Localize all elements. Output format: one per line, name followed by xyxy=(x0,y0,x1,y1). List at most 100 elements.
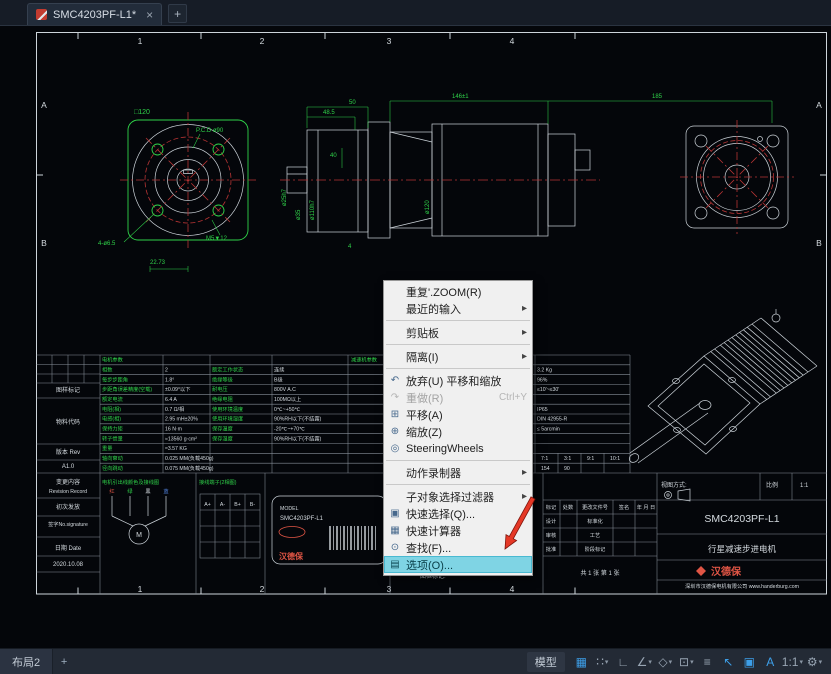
tb-mid-label: 工艺 xyxy=(590,532,600,539)
selection-cursor-icon[interactable]: ↖ xyxy=(718,652,739,672)
table-cell: 绝缘电阻 xyxy=(212,395,233,403)
table-cell: 2.95 mH±20% xyxy=(165,417,198,423)
ortho-icon[interactable]: ∟ xyxy=(613,652,634,672)
terminal-title: 接线端子(2相图) xyxy=(199,478,237,486)
table-cell: 0.075 MM(负载450g) xyxy=(165,464,214,472)
menu-item-pan[interactable]: ⊞平移(A) xyxy=(384,406,532,423)
pin-label: B- xyxy=(250,502,255,508)
zone-letter: A xyxy=(41,100,47,110)
table-cell: 90 xyxy=(564,466,570,472)
menu-item-label: 最近的输入 xyxy=(406,301,461,317)
table-cell: 每步步距角 xyxy=(102,375,128,383)
menu-item-label: 选项(O)... xyxy=(406,557,453,573)
brand-logo-icon xyxy=(696,566,706,576)
grid-icon[interactable]: ▦ xyxy=(571,652,592,672)
new-layout-button[interactable]: + xyxy=(53,656,75,668)
zone-number: 1 xyxy=(138,36,143,46)
tb-row-label: 设计 xyxy=(546,517,556,525)
menu-item-isolate[interactable]: 隔离(I)▸ xyxy=(384,348,532,365)
table-cell: 9:1 xyxy=(587,456,594,462)
menu-item-redo[interactable]: ↷重做(R)Ctrl+Y xyxy=(384,389,532,406)
table-cell: 96% xyxy=(537,377,548,383)
revision-label: 物料代码 xyxy=(56,418,80,426)
drawing-canvas[interactable]: 1 2 3 4 1 2 3 4 A B A B xyxy=(0,26,831,648)
dim-label: ø35 xyxy=(296,209,302,220)
tb-header: 标记 xyxy=(546,503,556,511)
annotation-visibility-icon[interactable]: A xyxy=(760,652,781,672)
menu-item-label: 平移(A) xyxy=(406,407,443,423)
dim-label: 48.5 xyxy=(323,110,335,116)
layout-tab-label: 布局2 xyxy=(12,654,40,670)
motor-symbol: M xyxy=(136,532,142,539)
submenu-arrow-icon: ▸ xyxy=(522,327,527,338)
dim-label: P.C.D ø90 xyxy=(196,128,224,134)
menu-item-label: 缩放(Z) xyxy=(406,424,442,440)
snap-icon[interactable]: ∷▾ xyxy=(592,652,613,672)
menu-item-quick-select[interactable]: ▣快速选择(Q)... xyxy=(384,505,532,522)
drawing-tab[interactable]: SMC4203PF-L1* × xyxy=(27,3,162,25)
menu-item-zoom[interactable]: ⊕缩放(Z) xyxy=(384,423,532,440)
menu-item-subobject-filter[interactable]: 子对象选择过滤器▸ xyxy=(384,488,532,505)
table-cell: 3:1 xyxy=(564,456,571,462)
table-cell: ≈13560 g·cm² xyxy=(165,436,197,442)
pan-icon: ⊞ xyxy=(387,409,403,420)
part-name: 行星减速步进电机 xyxy=(708,544,777,554)
table-cell: 连续 xyxy=(274,365,284,373)
submenu-arrow-icon: ▸ xyxy=(522,491,527,502)
revision-label: Revision Record xyxy=(49,489,87,495)
polar-tracking-icon[interactable]: ∠▾ xyxy=(634,652,655,672)
table-cell: 154 xyxy=(541,466,550,472)
dropdown-arrow-icon: ▾ xyxy=(799,658,803,666)
revision-column: 图样标记 物料代码 版本 Rev A1.0 变更内容 Revision Reco… xyxy=(48,386,88,568)
table-cell: 转子惯量 xyxy=(102,434,123,442)
menu-item-options[interactable]: ▤选项(O)... xyxy=(384,556,532,573)
menu-item-steeringwheels[interactable]: ◎SteeringWheels xyxy=(384,440,532,457)
title-block: 视图方式: 比例 1:1 SMC4203PF-L1 行星减速步进电机 汉德保 深… xyxy=(543,473,827,590)
quick-select-icon: ▣ xyxy=(387,508,403,519)
isodraft-icon[interactable]: ◇▾ xyxy=(655,652,676,672)
find-icon: ⊙ xyxy=(387,542,403,553)
tab-close-icon[interactable]: × xyxy=(146,9,153,21)
layout-tab[interactable]: 布局2 xyxy=(0,649,53,674)
menu-item-label: 剪贴板 xyxy=(406,325,439,341)
osnap-icon[interactable]: ⊡▾ xyxy=(676,652,697,672)
lineweight-icon[interactable]: ≡ xyxy=(697,652,718,672)
workspace-gear-icon[interactable]: ⚙▾ xyxy=(804,652,825,672)
menu-item-label: 重做(R) xyxy=(406,390,443,406)
zone-letter: B xyxy=(41,238,47,248)
menu-item-undo[interactable]: ↶放弃(U) 平移和缩放 xyxy=(384,372,532,389)
annotation-scale[interactable]: 1:1▾ xyxy=(781,652,804,672)
tb-header: 年 月 日 xyxy=(637,503,655,511)
menu-item-label: 快速选择(Q)... xyxy=(406,506,475,522)
menu-item-find[interactable]: ⊙查找(F)... xyxy=(384,539,532,556)
menu-item-clipboard[interactable]: 剪贴板 ▸ xyxy=(384,324,532,341)
undo-icon: ↶ xyxy=(387,375,403,386)
tb-mid-label: 阶段标记 xyxy=(585,545,606,553)
tb-mid-label: 标准化 xyxy=(587,517,603,525)
revision-value: 2020.10.08 xyxy=(53,562,84,568)
menu-item-action-recorder[interactable]: 动作录制器▸ xyxy=(384,464,532,481)
model-space-button[interactable]: 模型 xyxy=(527,652,565,672)
wire-color-label: 绿 xyxy=(127,487,133,495)
new-tab-button[interactable]: + xyxy=(168,4,187,23)
submenu-arrow-icon: ▸ xyxy=(522,303,527,314)
menu-item-quick-calc[interactable]: ▦快速计算器 xyxy=(384,522,532,539)
menu-item-repeat-zoom[interactable]: 重复'.ZOOM(R) xyxy=(384,283,532,300)
nameplate-model: SMC4203PF-L1 xyxy=(280,516,324,522)
table-cell: 额定工作状态 xyxy=(212,365,243,373)
dim-label: 185 xyxy=(652,94,663,100)
iso-view xyxy=(628,309,817,464)
table-cell: ≤ 5arcmin xyxy=(537,426,560,432)
table-cell: ±0.09°以下 xyxy=(165,386,190,393)
menu-separator xyxy=(386,460,530,461)
tb-header: 签名 xyxy=(619,503,629,511)
table-cell: 耐电压 xyxy=(212,385,228,393)
table-cell: 16 N·m xyxy=(165,426,182,432)
zone-number: 3 xyxy=(387,36,392,46)
table-cell: 使用环境温度 xyxy=(212,405,243,413)
tb-header: 处数 xyxy=(563,503,574,511)
menu-item-recent-input[interactable]: 最近的输入 ▸ xyxy=(384,300,532,317)
drawing-tab-bar: SMC4203PF-L1* × + xyxy=(0,0,831,26)
terminal-block: 接线端子(2相图) A+ A- B+ B- xyxy=(199,478,260,558)
window-selection-icon[interactable]: ▣ xyxy=(739,652,760,672)
